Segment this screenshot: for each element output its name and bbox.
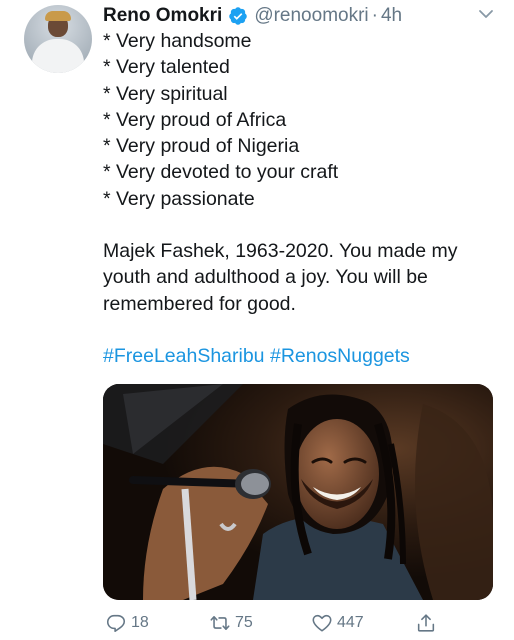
retweet-count: 75 [235, 614, 253, 631]
bullet-line: * Very talented [103, 56, 230, 79]
avatar[interactable] [24, 5, 92, 73]
bullet-line: * Very proud of Africa [103, 108, 287, 131]
bullet-line: * Very passionate [103, 187, 255, 210]
reply-count: 18 [131, 614, 149, 631]
retweet-button[interactable]: 75 [209, 610, 253, 636]
chevron-down-icon[interactable] [478, 8, 494, 20]
tweet[interactable]: Reno Omokri @renoomokri · 4h * Very hand… [0, 0, 514, 640]
hashtags: #FreeLeahSharibu #RenosNuggets [103, 343, 498, 369]
bullet-line: * Very handsome [103, 30, 252, 52]
tweet-timestamp[interactable]: 4h [381, 5, 402, 27]
author-name[interactable]: Reno Omokri [103, 5, 222, 27]
tweet-header: Reno Omokri @renoomokri · 4h [103, 2, 494, 30]
reply-button[interactable]: 18 [105, 610, 149, 636]
avatar-body [32, 39, 84, 73]
share-button[interactable] [415, 610, 437, 636]
tweet-photo[interactable] [103, 384, 493, 600]
author-handle[interactable]: @renoomokri [254, 5, 368, 27]
separator-dot: · [371, 5, 378, 26]
bullet-line: * Very proud of Nigeria [103, 135, 300, 158]
like-icon [312, 614, 332, 632]
share-icon [417, 614, 435, 632]
verified-badge-icon [229, 7, 248, 25]
hashtag-link[interactable]: #FreeLeahSharibu [103, 345, 265, 367]
like-count: 447 [337, 614, 364, 631]
bullet-line: * Very devoted to your craft [103, 161, 339, 184]
like-button[interactable]: 447 [311, 610, 364, 636]
retweet-icon [210, 615, 230, 631]
tweet-actions: 18 75 447 [103, 610, 443, 636]
tweet-text: * Very handsome * Very talented * Very s… [103, 28, 498, 369]
reply-icon [106, 614, 126, 633]
tweet-paragraph: Majek Fashek, 1963-2020. You made my you… [103, 240, 458, 315]
avatar-cap [45, 11, 71, 21]
hashtag-link[interactable]: #RenosNuggets [270, 345, 410, 367]
photo-illustration [103, 384, 493, 600]
bullet-line: * Very spiritual [103, 82, 228, 105]
